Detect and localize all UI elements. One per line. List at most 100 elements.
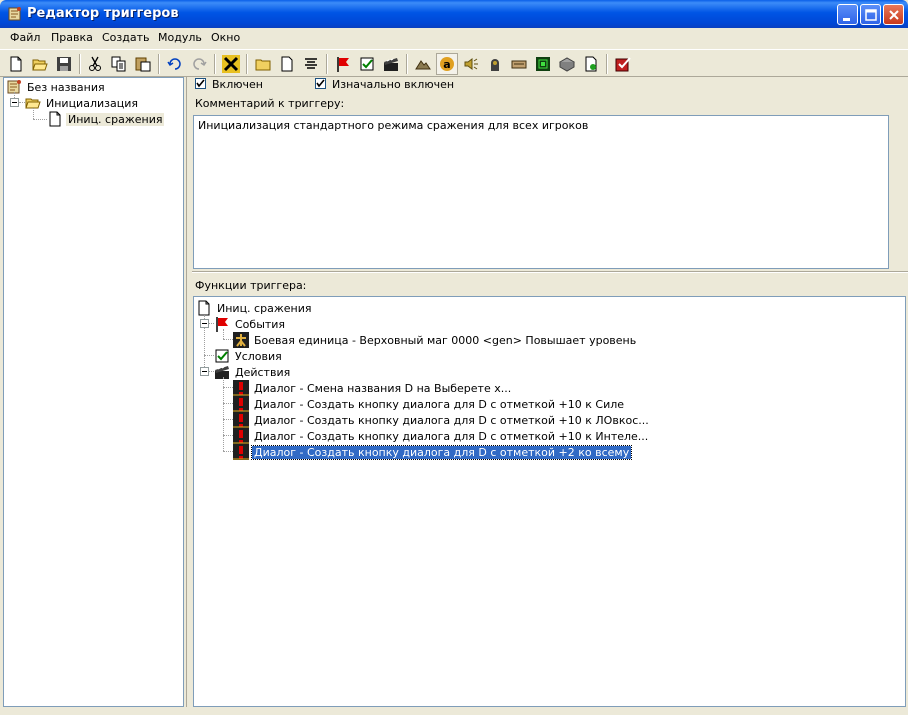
new-category-icon (255, 59, 271, 71)
delete-button[interactable] (220, 53, 242, 75)
action-item[interactable]: Диалог - Смена названия D на Выберете х.… (233, 380, 513, 396)
camp-editor-button[interactable] (508, 53, 530, 75)
ai-editor-button[interactable] (532, 53, 554, 75)
cut-icon (89, 56, 101, 71)
new-trigger-button[interactable] (276, 53, 298, 75)
action-item[interactable]: Диалог - Создать кнопку диалога для D с … (233, 428, 650, 444)
minimize-button[interactable] (837, 4, 858, 25)
script-button[interactable] (580, 53, 602, 75)
exclamation-icon (233, 380, 249, 396)
comment-textarea[interactable]: Инициализация стандартного режима сражен… (193, 115, 889, 269)
new-button[interactable] (5, 53, 27, 75)
trigger-tree[interactable]: Без названия Инициализация Иниц. сражени… (3, 77, 184, 707)
undo-button[interactable] (164, 53, 186, 75)
terrain-editor-button[interactable] (412, 53, 434, 75)
action-item-label: Диалог - Создать кнопку диалога для D с … (254, 397, 625, 411)
new-category-button[interactable] (252, 53, 274, 75)
unit-event-icon (233, 332, 249, 348)
maximize-icon (865, 9, 877, 21)
exclamation-icon (233, 396, 249, 412)
events-label: События (235, 317, 286, 331)
minimize-icon (843, 18, 850, 21)
tree-category[interactable]: Инициализация (25, 95, 140, 111)
window-bottom-border (0, 707, 908, 715)
new-comment-icon (305, 58, 317, 69)
object-editor-button[interactable] (484, 53, 506, 75)
test-map-icon (615, 57, 631, 72)
close-button[interactable] (883, 4, 904, 25)
category-expander[interactable] (10, 98, 19, 107)
action-item[interactable]: Диалог - Создать кнопку диалога для D с … (233, 396, 626, 412)
cut-button[interactable] (84, 53, 106, 75)
new-action-button[interactable] (380, 53, 402, 75)
new-action-icon (384, 58, 398, 71)
functions-tree[interactable]: Иниц. сражения События Боевая единица - … (193, 296, 906, 707)
trigger-document-icon (49, 111, 61, 127)
action-item-label: Диалог - Создать кнопку диалога для D с … (250, 444, 633, 460)
new-trigger-icon (281, 56, 293, 72)
actions-expander[interactable] (200, 367, 209, 376)
menu-window[interactable]: Окно (211, 31, 240, 44)
camp-editor-icon (511, 60, 527, 69)
initially-on-label: Изначально включен (332, 78, 455, 91)
action-item[interactable]: Диалог - Создать кнопку диалога для D с … (233, 412, 651, 428)
action-item-label: Диалог - Смена названия D на Выберете х.… (254, 381, 512, 395)
sound-editor-button[interactable] (460, 53, 482, 75)
delete-x-icon (222, 55, 240, 73)
actions-label: Действия (235, 365, 291, 379)
object-editor-icon (491, 59, 499, 71)
event-item[interactable]: Боевая единица - Верховный маг 0000 <gen… (233, 332, 638, 348)
vertical-splitter[interactable] (184, 77, 192, 707)
conditions-node[interactable]: Условия (214, 348, 284, 364)
save-icon (57, 57, 71, 71)
svg-text:a: a (443, 58, 450, 71)
enabled-checkbox[interactable] (195, 78, 206, 89)
new-condition-button[interactable] (356, 53, 378, 75)
open-button[interactable] (29, 53, 51, 75)
new-comment-button[interactable] (300, 53, 322, 75)
red-flag-icon (216, 317, 228, 332)
menu-file[interactable]: Файл (10, 31, 40, 44)
tree-root-label: Без названия (27, 80, 105, 94)
initially-on-checkbox[interactable] (315, 78, 326, 89)
new-condition-icon (360, 57, 374, 71)
tree-category-label: Инициализация (46, 96, 138, 110)
event-item-label: Боевая единица - Верховный маг 0000 <gen… (254, 333, 637, 347)
toolbar: a (0, 49, 908, 77)
exclamation-icon (233, 444, 249, 460)
ai-editor-icon (536, 57, 550, 71)
condition-check-icon (215, 349, 229, 363)
script-icon (585, 56, 597, 72)
exclamation-icon (233, 412, 249, 428)
tree-trigger[interactable]: Иниц. сражения (47, 111, 165, 127)
scroll-icon (8, 7, 21, 21)
functions-trigger-node[interactable]: Иниц. сражения (196, 300, 313, 316)
import-manager-button[interactable] (556, 53, 578, 75)
trigger-editor-button[interactable]: a (436, 53, 458, 75)
menu-edit[interactable]: Правка (51, 31, 93, 44)
paste-button[interactable] (132, 53, 154, 75)
sound-editor-icon (464, 58, 478, 70)
actions-node[interactable]: Действия (214, 364, 292, 380)
trigger-editor-icon: a (440, 57, 454, 71)
copy-button[interactable] (108, 53, 130, 75)
import-manager-icon (559, 57, 575, 72)
conditions-label: Условия (235, 349, 282, 363)
terrain-editor-icon (415, 60, 431, 70)
redo-button[interactable] (188, 53, 210, 75)
tree-root[interactable]: Без названия (6, 79, 107, 95)
events-expander[interactable] (200, 319, 209, 328)
trigger-document-icon (198, 300, 210, 316)
save-button[interactable] (53, 53, 75, 75)
test-map-button[interactable] (612, 53, 634, 75)
close-icon (889, 10, 899, 20)
new-icon (10, 56, 22, 72)
menu-module[interactable]: Модуль (158, 31, 202, 44)
menu-create[interactable]: Создать (102, 31, 150, 44)
action-item-selected[interactable]: Диалог - Создать кнопку диалога для D с … (233, 444, 633, 460)
enabled-label: Включен (212, 78, 263, 91)
title-bar[interactable]: Редактор триггеров (0, 0, 908, 28)
maximize-button[interactable] (860, 4, 881, 25)
undo-icon (167, 58, 181, 70)
new-event-button[interactable] (332, 53, 354, 75)
